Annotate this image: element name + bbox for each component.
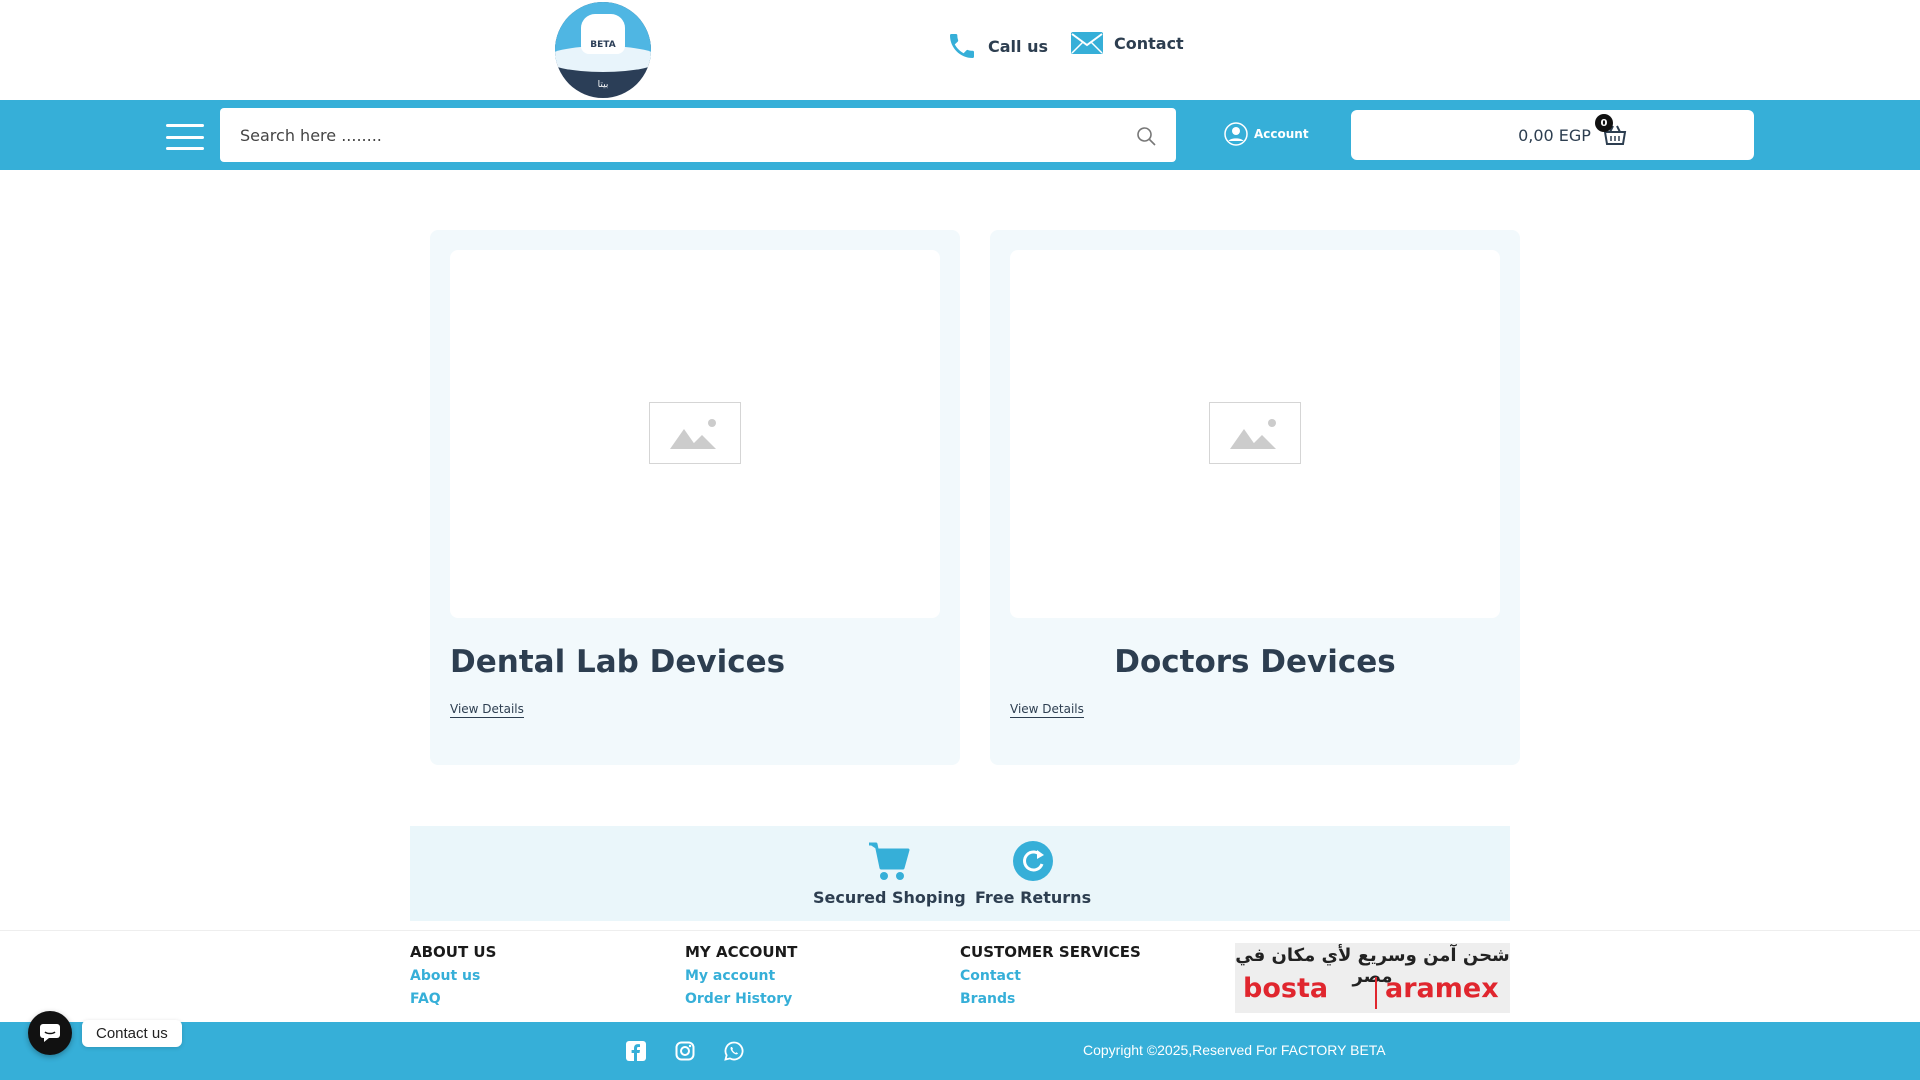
image-placeholder-icon — [649, 402, 741, 464]
footer-link-about-us[interactable]: About us — [410, 965, 496, 988]
call-us-label: Call us — [988, 36, 1048, 56]
footer-link-brands[interactable]: Brands — [960, 988, 1141, 1011]
footer-heading: MY ACCOUNT — [685, 943, 798, 961]
footer-link-faq[interactable]: FAQ — [410, 988, 496, 1011]
category-card[interactable]: Dental Lab Devices View Details — [430, 230, 960, 765]
bosta-logo: bosta — [1243, 973, 1329, 1004]
search-icon[interactable] — [1136, 126, 1156, 146]
contact-link[interactable]: Contact — [1070, 30, 1184, 56]
category-image[interactable] — [450, 250, 940, 618]
footer-links: ABOUT US About us FAQ MY ACCOUNT My acco… — [0, 930, 1920, 1022]
footer-link-order-history[interactable]: Order History — [685, 988, 797, 1011]
logo-divider — [1375, 977, 1377, 1009]
aramex-logo: aramex — [1385, 973, 1499, 1004]
logo-text-ar: بيتا — [597, 80, 609, 90]
search-input[interactable] — [220, 108, 1176, 162]
main-navbar: Account 0,00 EGP 0 — [0, 100, 1920, 170]
view-details-link[interactable]: View Details — [450, 702, 524, 718]
instagram-icon[interactable] — [675, 1041, 695, 1061]
category-image[interactable] — [1010, 250, 1500, 618]
cart-count-badge: 0 — [1595, 114, 1613, 132]
feature-secured-shopping: Secured Shoping — [813, 840, 966, 907]
cart-total: 0,00 EGP — [1518, 125, 1591, 145]
mail-icon — [1071, 32, 1103, 54]
whatsapp-icon[interactable] — [724, 1041, 744, 1061]
footer-heading: CUSTOMER SERVICES — [960, 943, 1141, 961]
category-card[interactable]: Doctors Devices View Details — [990, 230, 1520, 765]
footer-services-column: CUSTOMER SERVICES Contact Brands — [960, 943, 1141, 1011]
top-header: BETA بيتا Call us Contact — [0, 0, 1920, 100]
image-placeholder-icon — [1209, 402, 1301, 464]
features-strip: Secured Shoping Free Returns — [410, 826, 1510, 921]
footer-link-my-account[interactable]: My account — [685, 965, 797, 988]
footer-link-contact[interactable]: Contact — [960, 965, 1141, 988]
feature-label: Secured Shoping — [813, 888, 966, 907]
refresh-icon — [1013, 841, 1054, 881]
chat-button[interactable] — [28, 1011, 72, 1055]
contact-label: Contact — [1114, 33, 1184, 53]
contact-chat-widget[interactable]: Contact us — [28, 1011, 182, 1055]
chat-label[interactable]: Contact us — [82, 1019, 182, 1047]
feature-label: Free Returns — [975, 888, 1092, 907]
phone-icon — [950, 34, 974, 58]
menu-icon[interactable] — [166, 124, 204, 150]
footer-heading: ABOUT US — [410, 943, 497, 961]
category-title[interactable]: Dental Lab Devices — [450, 644, 785, 680]
footer-account-column: MY ACCOUNT My account Order History — [685, 943, 797, 1011]
shipping-partners-banner: شحن آمن وسريع لأي مكان في مصر bosta aram… — [1235, 943, 1510, 1013]
footer-bottom-bar: Copyright ©2025,Reserved For FACTORY BET… — [0, 1022, 1920, 1080]
view-details-link[interactable]: View Details — [1010, 702, 1084, 718]
feature-free-returns: Free Returns — [975, 840, 1091, 907]
call-us-link[interactable]: Call us — [946, 30, 1048, 62]
facebook-icon[interactable] — [626, 1041, 646, 1061]
copyright-text: Copyright ©2025,Reserved For FACTORY BET… — [1083, 1042, 1386, 1058]
user-icon — [1224, 122, 1248, 146]
logo-text: BETA — [590, 40, 616, 50]
account-link[interactable]: Account — [1224, 122, 1309, 146]
footer-about-column: ABOUT US About us FAQ — [410, 943, 496, 1011]
chat-icon — [40, 1024, 60, 1042]
cart-button[interactable]: 0,00 EGP 0 — [1351, 110, 1754, 160]
category-title[interactable]: Doctors Devices — [990, 644, 1520, 680]
account-label: Account — [1254, 127, 1309, 141]
site-logo[interactable]: BETA بيتا — [555, 2, 651, 98]
cart-icon — [869, 842, 910, 880]
